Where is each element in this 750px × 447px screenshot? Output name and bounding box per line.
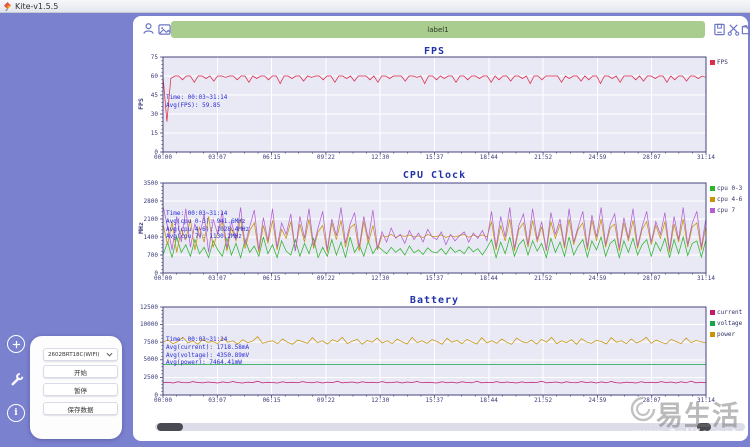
window-title: Kite-v1.5.5 <box>15 1 59 11</box>
battery-chart: Battery 0 2500 5000 7500 10000 12500 Time: 00… <box>133 295 748 417</box>
pause-button[interactable]: 暂停 <box>43 383 118 396</box>
chart-title: FPS <box>423 46 446 57</box>
legend-swatch <box>710 332 715 337</box>
tools-button[interactable] <box>7 370 25 388</box>
chart-card: label1 FPS FPS 0 15 30 45 60 75 Time: 00:03~3… <box>133 16 750 441</box>
plot-area[interactable]: Time: 00:03~31:14 Avg(cpu 0-3): 941.6MHz A… <box>160 182 707 276</box>
user-icon[interactable] <box>142 22 155 35</box>
legend-swatch <box>710 60 715 65</box>
info-button[interactable]: i <box>7 404 25 422</box>
legend-entry: cpu 0-3 <box>710 185 748 192</box>
device-select[interactable]: 2602BRT18C(WIFI) <box>43 348 118 361</box>
cpu-clock-chart: CPU Clock MHz 0 700 1400 2100 2800 3500 Time:… <box>133 170 748 295</box>
app-icon <box>3 1 12 11</box>
scrollbar-left-handle[interactable] <box>157 423 183 431</box>
legend-swatch <box>710 321 715 326</box>
legend-label: power <box>717 331 736 338</box>
screenshot-icon[interactable] <box>158 23 171 36</box>
legend-swatch <box>710 186 715 191</box>
save-data-button[interactable]: 保存数据 <box>43 402 118 415</box>
legend: FPS <box>710 59 748 70</box>
legend-entry: cpu 4-6 <box>710 196 748 203</box>
chart-title: Battery <box>409 295 460 306</box>
save-icon[interactable] <box>713 23 726 36</box>
label-input[interactable]: label1 <box>171 21 705 38</box>
legend-label: cpu 0-3 <box>717 185 743 192</box>
legend-entry: cpu 7 <box>710 207 748 214</box>
y-axis-ticks: 0 700 1400 2100 2800 3500 <box>143 179 158 277</box>
legend-entry: power <box>710 331 748 338</box>
x-axis-ticks: 00:00 03:07 06:15 09:22 12:30 15:37 18:44 21:52… <box>153 275 716 282</box>
plot-area[interactable]: Time: 00:03~31:14 Avg(FPS): 59.85 <box>160 56 707 155</box>
legend-swatch <box>710 310 715 315</box>
legend-swatch <box>710 208 715 213</box>
label-text: label1 <box>427 25 449 34</box>
y-axis-ticks: 0 15 30 45 60 75 <box>150 53 158 156</box>
info-icon: i <box>14 408 18 418</box>
legend-label: FPS <box>717 59 728 66</box>
chart-title: CPU Clock <box>402 170 467 181</box>
legend: cpu 0-3 cpu 4-6 cpu 7 <box>710 185 748 218</box>
legend-label: voltage <box>717 320 743 327</box>
wrench-icon <box>11 372 23 385</box>
window-titlebar: Kite-v1.5.5 <box>0 0 750 13</box>
add-icon <box>12 340 20 348</box>
legend-swatch <box>710 197 715 202</box>
legend-entry: FPS <box>710 59 748 66</box>
legend-entry: current <box>710 309 748 316</box>
horizontal-scrollbar[interactable] <box>155 423 745 431</box>
legend-label: cpu 4-6 <box>717 196 743 203</box>
control-panel: 2602BRT18C(WIFI) 开始 暂停 保存数据 <box>30 336 122 439</box>
legend-label: cpu 7 <box>717 207 736 214</box>
legend-label: current <box>717 309 743 316</box>
y-axis-ticks: 0 2500 5000 7500 10000 12500 <box>139 303 158 399</box>
add-button[interactable] <box>7 335 25 353</box>
plot-area[interactable]: Time: 00:03~31:14 Avg(current): 1718.58mA… <box>160 306 707 398</box>
fps-chart: FPS FPS 0 15 30 45 60 75 Time: 00:03~31:14 Avg… <box>133 46 748 170</box>
scissors-icon[interactable] <box>727 23 740 36</box>
x-axis-ticks: 00:00 03:07 06:15 09:22 12:30 15:37 18:44 21:52… <box>153 154 716 161</box>
scrollbar-right-handle[interactable] <box>697 423 711 431</box>
x-axis-ticks: 00:00 03:07 06:15 09:22 12:30 15:37 18:44 21:52… <box>153 397 716 404</box>
export-icon[interactable] <box>741 23 750 36</box>
device-select-value: 2602BRT18C(WIFI) <box>48 351 100 358</box>
legend: current voltage power <box>710 309 748 342</box>
chevron-down-icon <box>106 352 113 357</box>
start-button[interactable]: 开始 <box>43 365 118 378</box>
legend-entry: voltage <box>710 320 748 327</box>
